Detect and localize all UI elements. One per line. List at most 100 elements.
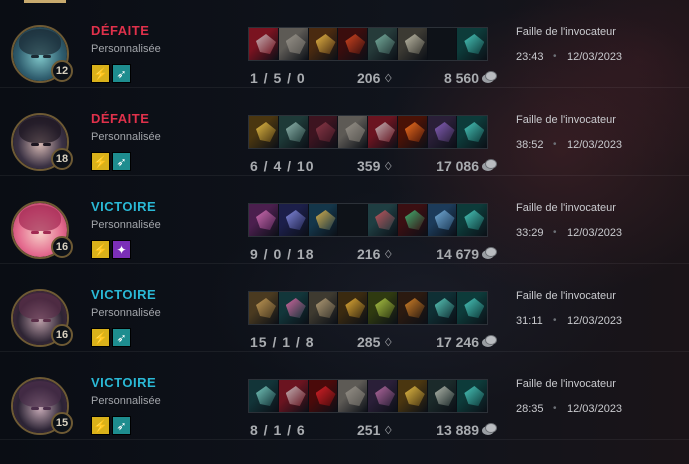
item-build — [248, 27, 488, 61]
item-sword-icon[interactable] — [397, 28, 428, 60]
gold-earned: 13 889 — [436, 422, 497, 438]
item-fire-blade-icon[interactable] — [338, 28, 369, 60]
item-build — [248, 203, 488, 237]
item-clock-icon[interactable] — [249, 292, 279, 324]
minion-icon: ♢ — [383, 336, 394, 349]
item-lightning-icon[interactable] — [338, 292, 369, 324]
kda-score: 9 / 0 / 18 — [250, 246, 315, 262]
item-lightning-icon[interactable] — [308, 28, 339, 60]
item-orb-icon[interactable] — [427, 116, 458, 148]
item-boots-icon[interactable] — [338, 116, 369, 148]
map-name: Faille de l'invocateur — [516, 114, 616, 126]
item-wand-icon[interactable] — [368, 292, 398, 324]
kda-score: 8 / 1 / 6 — [250, 422, 306, 438]
flash-icon[interactable]: ⚡ — [91, 152, 110, 171]
item-dagger-icon[interactable] — [368, 28, 398, 60]
separator-dot: • — [553, 139, 557, 150]
champion-level-badge: 12 — [51, 60, 73, 82]
gold-value: 17 086 — [436, 158, 479, 174]
match-row[interactable]: 15 VICTOIRE Personnalisée ⚡ ➶ 8 / 1 / 6 251 ♢ 13… — [0, 352, 689, 440]
item-horn-icon[interactable] — [427, 380, 458, 412]
item-scepter-icon[interactable] — [308, 204, 339, 236]
item-blade-icon[interactable] — [368, 116, 398, 148]
match-row[interactable]: 16 VICTOIRE Personnalisée ⚡ ✦ 9 / 0 / 18 216 ♢ 1… — [0, 176, 689, 264]
queue-type: Personnalisée — [91, 43, 161, 55]
item-boots-icon[interactable] — [308, 292, 339, 324]
flash-icon[interactable]: ⚡ — [91, 416, 110, 435]
match-result: DÉFAITE — [91, 111, 150, 126]
ward-trinket-icon[interactable] — [457, 380, 487, 412]
ghost-icon[interactable]: ➶ — [112, 416, 131, 435]
ghost-icon[interactable]: ➶ — [112, 64, 131, 83]
match-duration: 31:11 — [516, 315, 543, 327]
minion-icon: ♢ — [383, 72, 394, 85]
gold-earned: 17 246 — [436, 334, 497, 350]
match-row[interactable]: 18 DÉFAITE Personnalisée ⚡ ➶ 6 / 4 / 10 359 ♢ 17… — [0, 88, 689, 176]
ward-trinket-icon[interactable] — [457, 28, 487, 60]
gold-earned: 8 560 — [443, 70, 497, 86]
empty-slot — [338, 204, 369, 236]
kda-score: 1 / 5 / 0 — [250, 70, 306, 86]
item-horn-icon[interactable] — [397, 204, 428, 236]
summoner-spells: ⚡ ➶ — [91, 152, 131, 171]
match-duration: 28:35 — [516, 403, 544, 415]
item-book-icon[interactable] — [249, 204, 279, 236]
creep-score-value: 216 — [357, 246, 381, 262]
match-date: 12/03/2023 — [567, 227, 623, 239]
ghost-icon[interactable]: ➶ — [112, 152, 131, 171]
item-dagger-icon[interactable] — [368, 380, 398, 412]
item-lightning-blade-icon[interactable] — [249, 116, 279, 148]
item-claw-icon[interactable] — [249, 380, 279, 412]
champion-level-badge: 16 — [51, 236, 73, 258]
champion-level-badge: 16 — [51, 324, 73, 346]
match-row[interactable]: 16 VICTOIRE Personnalisée ⚡ ➶ 15 / 1 / 8 285 ♢ 1… — [0, 264, 689, 352]
item-fire-sword-icon[interactable] — [397, 116, 428, 148]
match-duration: 23:43 — [516, 51, 544, 63]
creep-score: 206 ♢ — [357, 70, 393, 86]
ghost-icon[interactable]: ➶ — [112, 328, 131, 347]
map-name: Faille de l'invocateur — [516, 378, 616, 390]
item-staff-icon[interactable] — [278, 204, 309, 236]
creep-score: 251 ♢ — [357, 422, 393, 438]
gold-coins-icon — [482, 70, 497, 83]
ward-trinket-icon[interactable] — [457, 116, 487, 148]
row-divider — [0, 439, 689, 440]
summoner-spells: ⚡ ➶ — [91, 64, 131, 83]
match-row[interactable]: 12 DÉFAITE Personnalisée ⚡ ➶ 1 / 5 / 0 206 ♢ 8 5… — [0, 0, 689, 88]
active-tab-indicator — [24, 0, 66, 3]
flash-icon[interactable]: ⚡ — [91, 64, 110, 83]
kda-score: 15 / 1 / 8 — [250, 334, 315, 350]
item-boots-icon[interactable] — [338, 380, 369, 412]
item-boots-icon[interactable] — [278, 28, 309, 60]
flash-icon[interactable]: ⚡ — [91, 240, 110, 259]
minion-icon: ♢ — [383, 248, 394, 261]
minion-icon: ♢ — [383, 424, 394, 437]
gold-value: 8 560 — [443, 70, 479, 86]
match-result: VICTOIRE — [91, 375, 157, 390]
item-blade-icon[interactable] — [249, 28, 279, 60]
ward-trinket-icon[interactable] — [457, 292, 487, 324]
item-axe-icon[interactable] — [308, 116, 339, 148]
item-eye-icon[interactable] — [308, 380, 339, 412]
item-shield-icon[interactable] — [278, 116, 309, 148]
flash-icon[interactable]: ⚡ — [91, 328, 110, 347]
creep-score: 359 ♢ — [357, 158, 393, 174]
match-result: VICTOIRE — [91, 199, 157, 214]
minion-icon: ♢ — [383, 160, 394, 173]
separator-dot: • — [553, 403, 557, 414]
creep-score-value: 206 — [357, 70, 381, 86]
map-name: Faille de l'invocateur — [516, 202, 616, 214]
ward-trinket-icon[interactable] — [457, 204, 487, 236]
summoner-spells: ⚡ ➶ — [91, 328, 131, 347]
separator-dot: • — [553, 227, 557, 238]
item-mask-icon[interactable] — [368, 204, 398, 236]
gold-value: 13 889 — [436, 422, 479, 438]
item-gauntlet-icon[interactable] — [397, 292, 428, 324]
item-blade-icon[interactable] — [278, 380, 309, 412]
item-lightning-blade-icon[interactable] — [397, 380, 428, 412]
creep-score-value: 359 — [357, 158, 381, 174]
item-boots-icon[interactable] — [427, 204, 458, 236]
item-trident-icon[interactable] — [427, 292, 458, 324]
item-crystal-blade-icon[interactable] — [278, 292, 309, 324]
ignite-icon[interactable]: ✦ — [112, 240, 131, 259]
